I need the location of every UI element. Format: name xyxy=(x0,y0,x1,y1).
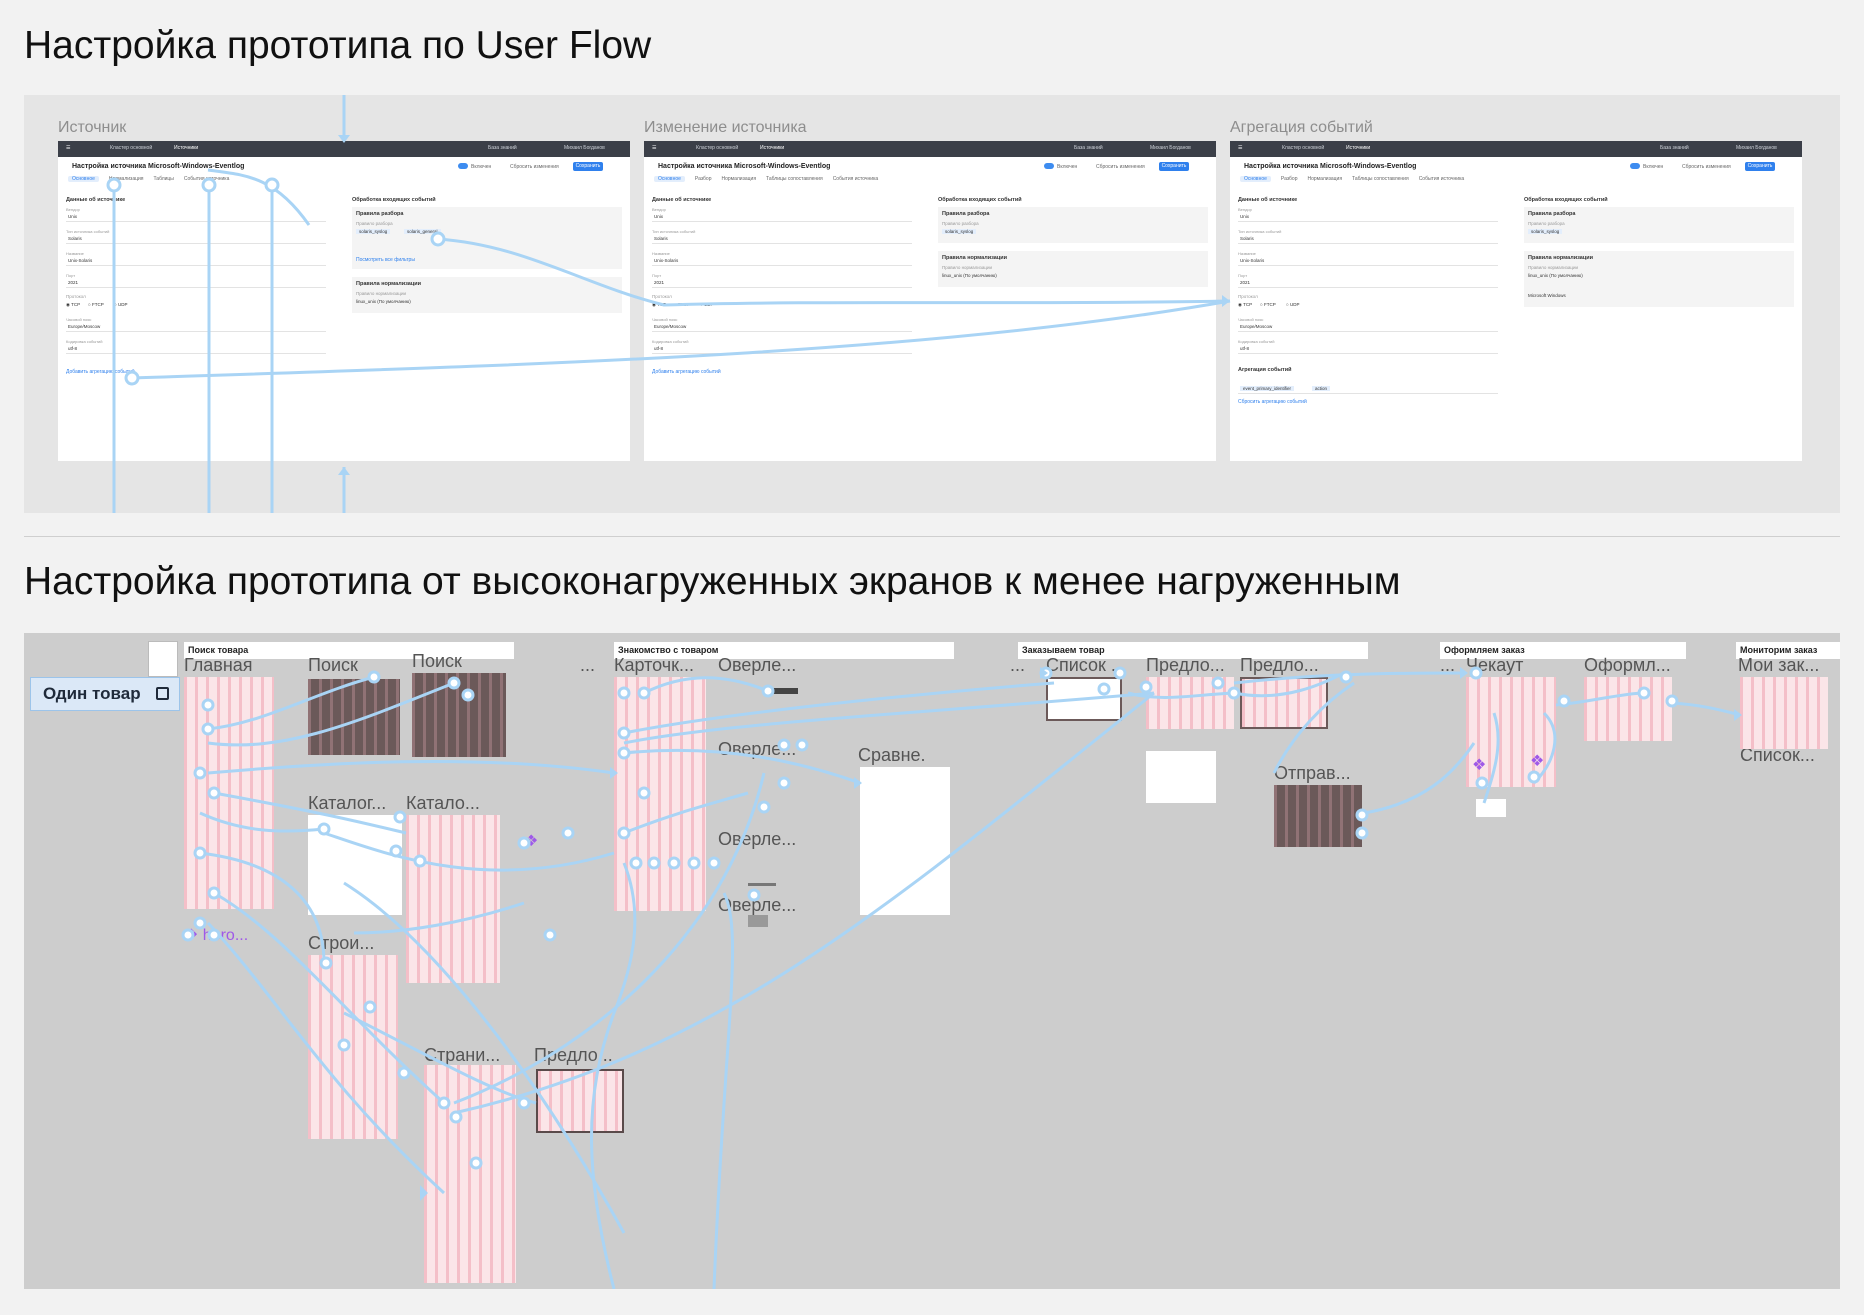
section-title-load-order: Настройка прототипа от высоконагруженных… xyxy=(24,560,1401,603)
user-flow-canvas: Источник ☰ Кластер основной Источники Ба… xyxy=(24,95,1840,513)
section-title-user-flow: Настройка прототипа по User Flow xyxy=(24,24,652,67)
prototype-connections xyxy=(106,95,1231,513)
connection-dots xyxy=(181,666,1679,1170)
prototype-connections xyxy=(181,666,1742,1289)
section-divider xyxy=(24,536,1840,537)
prototype-map-canvas: Поиск товара Знакомство с товаром Заказы… xyxy=(24,633,1840,1289)
